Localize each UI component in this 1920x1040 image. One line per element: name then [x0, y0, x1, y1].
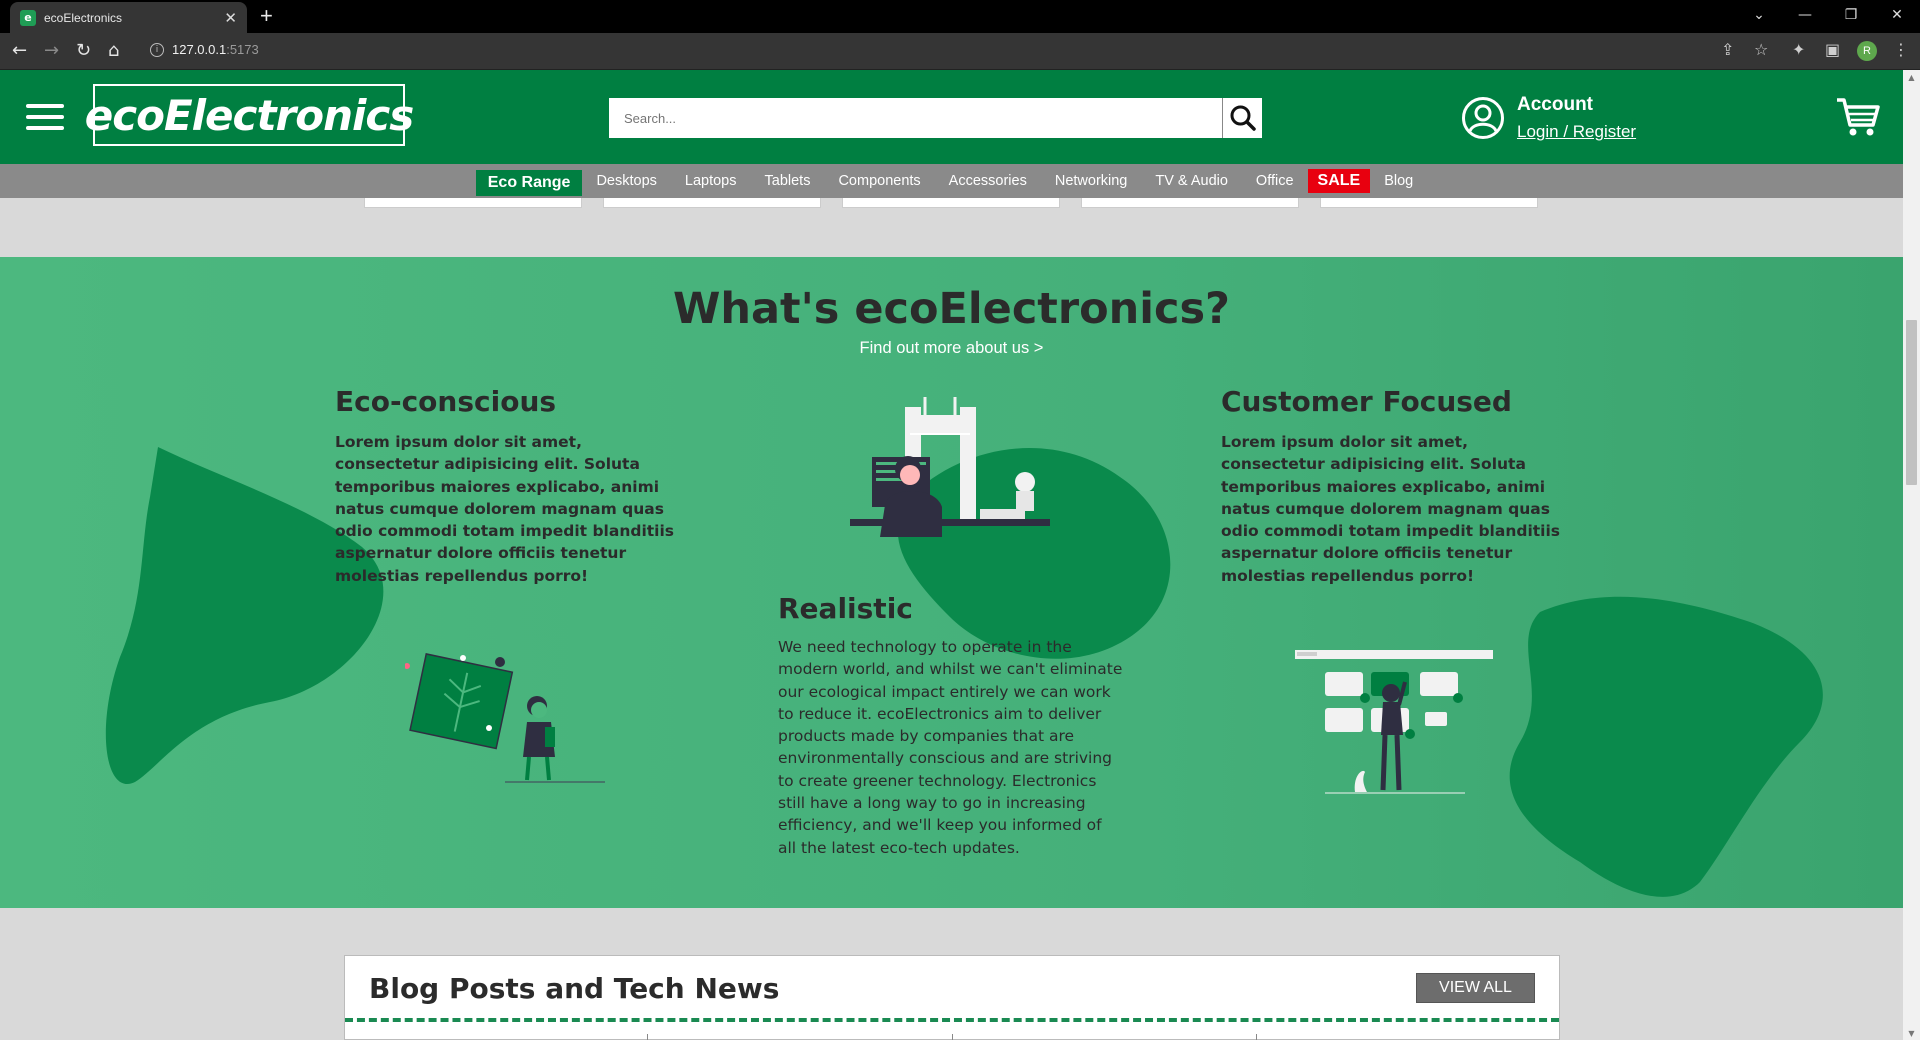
eco-conscious-heading: Eco-conscious: [335, 385, 557, 418]
account-title: Account: [1517, 94, 1593, 115]
url-field[interactable]: i 127.0.0.1 :5173: [150, 42, 259, 57]
blog-card-separator: [647, 1034, 648, 1040]
browser-menu-icon[interactable]: ⋮: [1893, 40, 1909, 59]
bookmark-star-icon[interactable]: ☆: [1754, 40, 1768, 59]
blog-divider: [345, 1018, 1559, 1022]
blog-title: Blog Posts and Tech News: [369, 972, 780, 1005]
nav-item-laptops[interactable]: Laptops: [671, 173, 751, 189]
category-nav: Eco Range Desktops Laptops Tablets Compo…: [0, 164, 1903, 198]
window-controls: ⌄ — ❐ ✕: [1736, 0, 1920, 30]
url-host: 127.0.0.1: [172, 42, 227, 57]
search-bar: [609, 98, 1262, 138]
site-header: ecoElectronics Account Login / Register: [0, 70, 1903, 164]
scroll-down-icon[interactable]: ▼: [1903, 1026, 1920, 1040]
customer-focused-text: Lorem ipsum dolor sit amet, consectetur …: [1221, 433, 1561, 585]
product-card-edge[interactable]: [1081, 198, 1299, 208]
realistic-heading: Realistic: [778, 592, 913, 625]
blog-card-separator: [1256, 1034, 1257, 1040]
forward-icon[interactable]: →: [44, 40, 59, 61]
restore-icon[interactable]: ❐: [1828, 0, 1874, 30]
nav-item-accessories[interactable]: Accessories: [935, 173, 1041, 189]
minimize-icon[interactable]: —: [1782, 0, 1828, 30]
product-card-edge[interactable]: [364, 198, 582, 208]
tab-close-icon[interactable]: ✕: [224, 9, 237, 27]
login-register-link[interactable]: Login / Register: [1517, 122, 1636, 142]
product-card-edge[interactable]: [1320, 198, 1538, 208]
browser-tab-bar: e ecoElectronics ✕ + ⌄ — ❐ ✕: [0, 0, 1920, 33]
profile-avatar[interactable]: R: [1857, 41, 1877, 61]
nav-item-desktops[interactable]: Desktops: [582, 173, 670, 189]
nav-item-blog[interactable]: Blog: [1370, 173, 1427, 189]
nav-item-sale[interactable]: SALE: [1307, 169, 1371, 193]
product-card-edge[interactable]: [842, 198, 1060, 208]
cart-icon[interactable]: [1835, 96, 1881, 138]
about-section: What's ecoElectronics? Find out more abo…: [0, 257, 1903, 908]
reload-icon[interactable]: ↻: [76, 40, 91, 61]
browser-tab[interactable]: e ecoElectronics ✕: [10, 2, 247, 33]
scroll-up-icon[interactable]: ▲: [1903, 70, 1920, 84]
home-icon[interactable]: ⌂: [108, 40, 119, 61]
search-input[interactable]: [609, 98, 1222, 138]
about-title: What's ecoElectronics?: [673, 284, 1230, 334]
close-window-icon[interactable]: ✕: [1874, 0, 1920, 30]
decorative-blob: [1509, 596, 1823, 897]
eco-person-illustration: [405, 653, 605, 783]
nav-item-eco-range[interactable]: Eco Range: [475, 170, 583, 196]
blog-section: Blog Posts and Tech News VIEW ALL: [344, 955, 1560, 1040]
page-scrollbar[interactable]: ▲ ▼: [1903, 70, 1920, 1040]
nav-item-components[interactable]: Components: [824, 173, 934, 189]
nav-item-tablets[interactable]: Tablets: [751, 173, 825, 189]
tab-search-icon[interactable]: ⌄: [1736, 0, 1782, 30]
product-card-edge[interactable]: [603, 198, 821, 208]
customer-focused-heading: Customer Focused: [1221, 385, 1512, 418]
customer-board-illustration: [1295, 650, 1493, 794]
nav-item-tv-audio[interactable]: TV & Audio: [1141, 173, 1242, 189]
tab-title: ecoElectronics: [44, 10, 123, 25]
side-panel-icon[interactable]: ▣: [1825, 40, 1840, 59]
programmer-illustration: [850, 397, 1050, 537]
realistic-text: We need technology to operate in the mod…: [778, 638, 1123, 857]
new-tab-icon[interactable]: +: [260, 4, 273, 28]
share-icon[interactable]: ⇪: [1721, 40, 1734, 59]
account-icon[interactable]: [1461, 96, 1505, 140]
site-favicon-icon: e: [20, 9, 36, 26]
extensions-icon[interactable]: ✦: [1792, 40, 1805, 59]
scrollbar-thumb[interactable]: [1906, 320, 1917, 485]
nav-item-networking[interactable]: Networking: [1041, 173, 1142, 189]
nav-item-office[interactable]: Office: [1242, 173, 1308, 189]
hamburger-menu-icon[interactable]: [26, 104, 64, 130]
back-icon[interactable]: ←: [12, 40, 27, 61]
view-all-button[interactable]: VIEW ALL: [1416, 973, 1535, 1003]
about-us-link[interactable]: Find out more about us >: [0, 339, 1903, 358]
address-bar: ← → ↻ ⌂ i 127.0.0.1 :5173 ⇪ ☆ ✦ ▣ R ⋮: [0, 33, 1920, 70]
url-port: :5173: [226, 42, 259, 57]
search-icon: [1230, 105, 1256, 131]
logo-text: ecoElectronics: [84, 90, 415, 140]
eco-conscious-text: Lorem ipsum dolor sit amet, consectetur …: [335, 433, 675, 585]
site-logo[interactable]: ecoElectronics: [85, 84, 414, 146]
search-button[interactable]: [1222, 98, 1262, 138]
blog-card-separator: [952, 1034, 953, 1040]
site-info-icon[interactable]: i: [150, 42, 164, 57]
